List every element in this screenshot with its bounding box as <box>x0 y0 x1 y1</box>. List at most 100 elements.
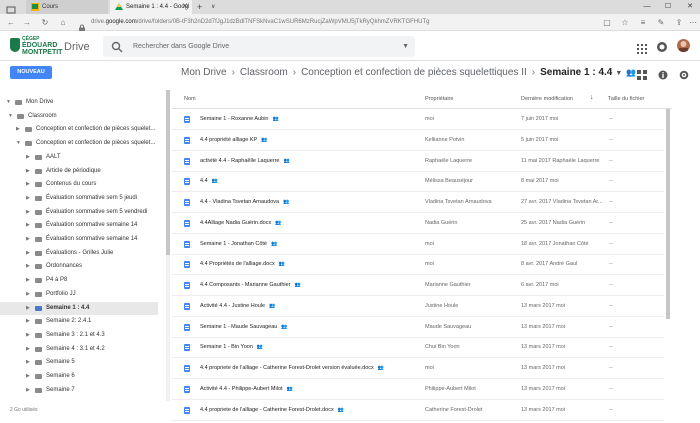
sidebar-item[interactable]: ▶ Article de périodique <box>0 165 158 178</box>
shared-folder-icon[interactable]: 👥 <box>626 68 636 77</box>
expand-right-arrow-icon[interactable]: ▶ <box>26 233 30 246</box>
maximize-icon[interactable]: ☐ <box>658 0 678 14</box>
forward-icon[interactable]: → <box>20 14 34 31</box>
file-row[interactable]: 4.4 propriété alliage KP 👥 Kellianne Potvi… <box>172 130 664 151</box>
search-input[interactable]: Rechercher dans Google Drive ▼ <box>103 36 415 57</box>
expand-down-arrow-icon[interactable]: ▼ <box>6 96 11 109</box>
window-close-icon[interactable]: ✕ <box>680 0 700 14</box>
file-list-scrollbar-thumb[interactable] <box>666 109 670 319</box>
file-row[interactable]: 4.4 propriete de l'alliage - Catherine F… <box>172 358 664 379</box>
browser-tab-drive[interactable]: Semaine 1 : 4.4 - Googl ✕ <box>110 0 192 14</box>
sidebar-item[interactable]: ▶ Contenus du cours <box>0 178 158 191</box>
file-row[interactable]: 4.4 Composants - Marianne Gauthier 👥 Maria… <box>172 275 664 296</box>
sidebar-item[interactable]: ▼ Mon Drive <box>0 96 158 109</box>
expand-right-arrow-icon[interactable]: ▶ <box>26 370 30 383</box>
list-view-icon[interactable] <box>637 67 647 80</box>
sidebar-item[interactable]: ▶ Évaluation sommative semaine 14 <box>0 219 158 232</box>
file-row[interactable]: Semaine 1 - Bin Yoon 👥 Chui Bin Yoon 13 mar… <box>172 337 664 359</box>
expand-down-arrow-icon[interactable]: ▼ <box>8 110 13 123</box>
sidebar-item[interactable]: ▶ Portfolio JJ <box>0 288 158 301</box>
sidebar-item[interactable]: ▶ P4 à P8 <box>0 274 158 287</box>
breadcrumb-item[interactable]: Classroom <box>240 67 288 78</box>
sidebar-item[interactable]: ▶ Évaluation sommative semaine 14 <box>0 233 158 246</box>
file-row[interactable]: 4.4 - Vladina Tsvetan Arnaudova 👥 Vladina … <box>172 192 664 213</box>
tab-actions-icon[interactable] <box>6 2 16 14</box>
sort-arrow-down-icon[interactable]: ↓ <box>590 94 594 101</box>
more-icon[interactable]: ⋯ <box>686 14 700 31</box>
expand-right-arrow-icon[interactable]: ▶ <box>26 384 30 397</box>
info-icon[interactable] <box>658 67 668 80</box>
new-button[interactable]: NOUVEAU <box>10 66 52 79</box>
file-row[interactable]: Semaine 1 - Roxanne Aubin 👥 moi 7 juin 2017… <box>172 109 664 130</box>
sidebar-scrollbar-thumb[interactable] <box>166 90 170 255</box>
expand-right-arrow-icon[interactable]: ▶ <box>26 219 30 232</box>
expand-right-arrow-icon[interactable]: ▶ <box>26 288 30 301</box>
file-row[interactable]: Activité 4.4 - Philippe-Aubert Milot 👥 Phi… <box>172 379 664 400</box>
expand-right-arrow-icon[interactable]: ▶ <box>26 260 30 273</box>
column-header-name[interactable]: Nom <box>184 96 196 102</box>
breadcrumb-current[interactable]: Semaine 1 : 4.4 <box>540 67 612 78</box>
expand-right-arrow-icon[interactable]: ▶ <box>26 151 30 164</box>
sidebar-item[interactable]: ▶ Ordonnances <box>0 260 158 273</box>
search-options-dropdown-icon[interactable]: ▼ <box>402 36 409 57</box>
sidebar-item[interactable]: ▶ Semaine 2: 2.4.1 <box>0 315 158 328</box>
sidebar-item[interactable]: ▶ Évaluation sommative sem 5 vendredi <box>0 206 158 219</box>
file-row[interactable]: activité 4.4 - Raphaêlle Laquerre 👥 Raphaë… <box>172 151 664 172</box>
hub-icon[interactable]: ≡ <box>636 14 650 31</box>
expand-right-arrow-icon[interactable]: ▶ <box>26 329 30 342</box>
file-row[interactable]: 4.4 👥 Mélissa Beauséjour 8 mai 2017 moi -- <box>172 171 664 193</box>
new-tab-icon[interactable]: + <box>197 0 202 14</box>
url-field[interactable]: drive.google.com/drive/folders/0B-tF3h2n… <box>91 14 429 31</box>
home-icon[interactable]: ⌂ <box>56 14 70 31</box>
sidebar-item[interactable]: ▶ Semaine 5 <box>0 356 158 369</box>
settings-gear-icon[interactable] <box>679 67 689 80</box>
expand-right-arrow-icon[interactable]: ▶ <box>26 356 30 369</box>
expand-right-arrow-icon[interactable]: ▶ <box>26 302 30 315</box>
expand-right-arrow-icon[interactable]: ▶ <box>26 192 30 205</box>
sidebar-item[interactable]: ▼ Classroom <box>0 110 158 123</box>
sidebar-item[interactable]: ▶ Semaine 1 : 4.4 <box>0 301 158 315</box>
sidebar-item[interactable]: ▶ Évaluation sommative sem 5 jeudi <box>0 192 158 205</box>
breadcrumb-item[interactable]: Mon Drive <box>181 67 227 78</box>
sidebar-scrollbar[interactable] <box>166 90 170 401</box>
minimize-icon[interactable]: — <box>637 0 657 14</box>
notes-pen-icon[interactable]: ✎ <box>654 14 668 31</box>
apps-grid-icon[interactable] <box>637 41 647 54</box>
column-header-size[interactable]: Taille du fichier <box>608 96 644 102</box>
sidebar-item[interactable]: ▼ Conception et confection de pièces sque… <box>0 137 158 150</box>
expand-right-arrow-icon[interactable]: ▶ <box>16 123 20 136</box>
sidebar-item[interactable]: ▶ Évaluations - Grilles Julie <box>0 247 158 260</box>
back-icon[interactable]: ← <box>4 14 18 31</box>
file-row[interactable]: Activité 4.4 - Justine Houle 👥 Justine Hou… <box>172 296 664 317</box>
file-row[interactable]: Semaine 1 - Maude Sauvageau 👥 Maude Sauvag… <box>172 317 664 338</box>
file-row[interactable]: 4.4 Propriétés de l'alliage.docx 👥 moi 8 av… <box>172 254 664 276</box>
column-header-owner[interactable]: Propriétaire <box>425 96 453 102</box>
sidebar-item[interactable]: ▶ Semaine 6 <box>0 370 158 383</box>
sidebar-item[interactable]: ▶ Semaine 7 <box>0 384 158 397</box>
browser-tab-cours[interactable]: Cours <box>26 0 108 14</box>
tab-list-chevron-icon[interactable]: ∨ <box>211 0 215 14</box>
reading-view-icon[interactable]: ▢ <box>600 14 614 31</box>
file-row[interactable]: 4.4 propriete de l'alliage - Catherine F… <box>172 400 664 421</box>
expand-right-arrow-icon[interactable]: ▶ <box>26 178 30 191</box>
college-logo[interactable]: CÉGEP ÉDOUARD MONTPETIT <box>22 37 62 57</box>
breadcrumb-item[interactable]: Conception et confection de pièces squel… <box>301 67 527 78</box>
file-row[interactable]: Semaine 1 - Jonathan Côté 👥 moi 18 avr. 201… <box>172 234 664 255</box>
expand-right-arrow-icon[interactable]: ▶ <box>26 274 30 287</box>
tab-close-icon[interactable]: ✕ <box>182 0 188 14</box>
expand-right-arrow-icon[interactable]: ▶ <box>26 165 30 178</box>
file-list-scrollbar[interactable] <box>664 109 672 409</box>
folder-menu-chevron-icon[interactable]: ▼ <box>615 70 622 77</box>
file-row[interactable]: 4.4Alliage Nadia Guérin.docx 👥 Nadia Guéri… <box>172 213 664 234</box>
expand-right-arrow-icon[interactable]: ▶ <box>26 247 30 260</box>
sidebar-item[interactable]: ▶ Semaine 4 : 3.1 et 4.2 <box>0 343 158 356</box>
notifications-icon[interactable] <box>656 40 668 52</box>
avatar[interactable] <box>677 39 690 52</box>
column-header-modified[interactable]: Dernière modification <box>521 96 573 102</box>
sidebar-item[interactable]: ▶ Conception et confection de pièces sque… <box>0 123 158 136</box>
sidebar-item[interactable]: ▶ AALT <box>0 151 158 164</box>
expand-right-arrow-icon[interactable]: ▶ <box>26 206 30 219</box>
expand-right-arrow-icon[interactable]: ▶ <box>26 343 30 356</box>
expand-down-arrow-icon[interactable]: ▼ <box>16 137 21 150</box>
favorites-star-icon[interactable]: ☆ <box>618 14 632 31</box>
